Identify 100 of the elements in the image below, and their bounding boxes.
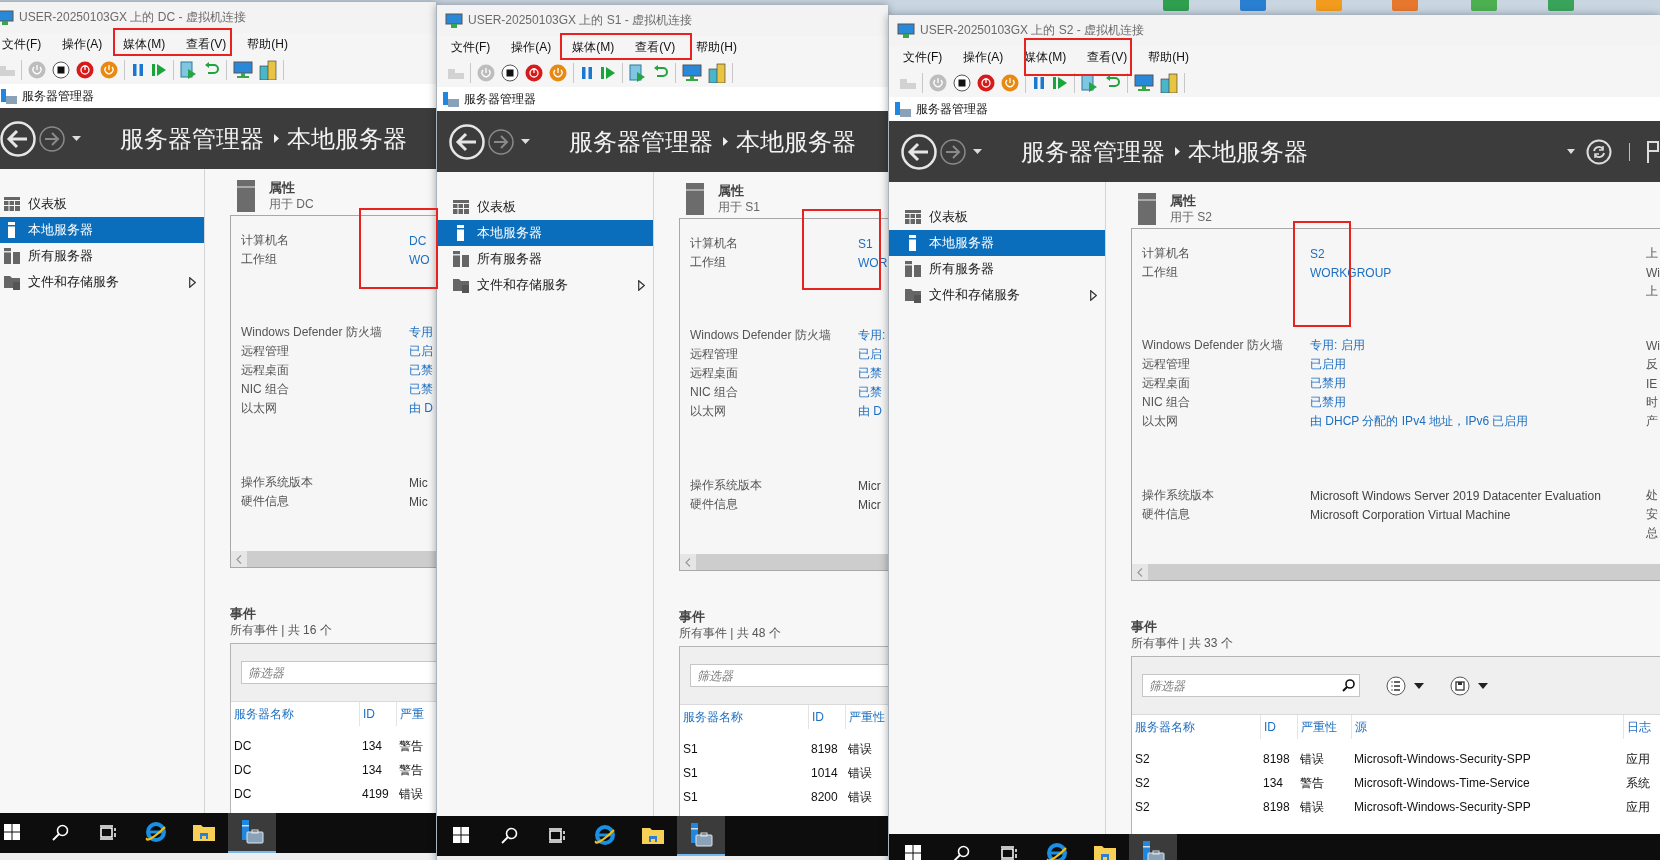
table-cell-text: 8198 <box>810 742 838 756</box>
property-link[interactable]: 专用 <box>409 324 433 341</box>
column-header[interactable]: ID <box>808 705 845 729</box>
property-link[interactable]: 已禁 <box>858 384 882 401</box>
property-label: 总 <box>1646 525 1658 542</box>
menu-item[interactable]: 文件(F) <box>2 36 42 53</box>
property-value: Micr <box>858 497 881 512</box>
property-label: 上 <box>1646 245 1658 262</box>
menu-item[interactable]: 操作(A) <box>511 39 552 56</box>
menu-item[interactable]: 媒体(M) <box>572 39 615 56</box>
column-header[interactable]: 严重性 <box>1297 715 1351 739</box>
breadcrumb-item[interactable]: 服务器管理器 <box>569 126 713 157</box>
sidebar-item[interactable]: 仪表板 <box>0 191 204 217</box>
property-link[interactable]: 已启 <box>409 343 433 360</box>
menu-item[interactable]: 操作(A) <box>62 36 103 53</box>
property-link[interactable]: 专用: <box>858 327 886 344</box>
filter-field[interactable]: 筛选器 <box>1142 674 1360 697</box>
sidebar-item[interactable]: 仪表板 <box>889 204 1105 230</box>
menu-item[interactable]: 查看(V) <box>635 39 676 56</box>
menu-item[interactable]: 帮助(H) <box>1148 49 1189 66</box>
sidebar-item[interactable]: 本地服务器 <box>0 217 204 243</box>
breadcrumb-item[interactable]: 服务器管理器 <box>120 123 264 154</box>
menu-item[interactable]: 帮助(H) <box>696 39 737 56</box>
property-link[interactable]: S2 <box>1310 246 1325 261</box>
property-label: 安 <box>1646 506 1658 523</box>
property-link[interactable]: 已启 <box>858 346 882 363</box>
property-label: 时 <box>1646 394 1658 411</box>
sidebar-item[interactable]: 文件和存储服务 <box>0 269 204 295</box>
menu-item[interactable]: 文件(F) <box>451 39 491 56</box>
table-cell-text: S2 <box>1134 776 1150 790</box>
property-label: NIC 组合 <box>241 381 289 398</box>
column-header[interactable]: 源 <box>1351 715 1623 739</box>
sidebar-item[interactable]: 文件和存储服务 <box>437 272 653 298</box>
table-cell-text: 8198 <box>1262 800 1290 814</box>
breadcrumb-item[interactable]: 服务器管理器 <box>1021 136 1165 167</box>
table-cell-text: S1 <box>682 742 698 756</box>
property-link[interactable]: 已禁用 <box>1310 375 1346 392</box>
property-value: Microsoft Corporation Virtual Machine <box>1310 507 1511 522</box>
window-title: USER-20250103GX 上的 DC - 虚拟机连接 <box>19 9 246 26</box>
menu-item[interactable]: 媒体(M) <box>123 36 166 53</box>
column-header[interactable]: ID <box>359 702 396 726</box>
menu-item[interactable]: 查看(V) <box>186 36 227 53</box>
property-label: 以太网 <box>690 403 726 420</box>
filter-field[interactable]: 筛选器 <box>690 664 888 687</box>
sidebar-item[interactable]: 所有服务器 <box>437 246 653 272</box>
property-value: Mic <box>409 475 428 490</box>
menu-item[interactable]: 操作(A) <box>963 49 1004 66</box>
property-link[interactable]: 已禁 <box>409 362 433 379</box>
property-label: Windows Defender 防火墙 <box>1142 337 1283 354</box>
table-cell-text: Microsoft-Windows-Security-SPP <box>1353 800 1531 814</box>
property-link[interactable]: 已启用 <box>1310 356 1346 373</box>
property-link[interactable]: 已禁 <box>409 381 433 398</box>
table-cell-text: S2 <box>1134 752 1150 766</box>
filter-field[interactable]: 筛选器 <box>241 661 436 684</box>
column-header[interactable]: ID <box>1260 715 1297 739</box>
property-link[interactable]: 由 D <box>409 400 433 417</box>
property-label: NIC 组合 <box>690 384 738 401</box>
property-link[interactable]: S1 <box>858 236 873 251</box>
section-subtitle: 用于 DC <box>269 196 314 212</box>
property-value: Micr <box>858 478 881 493</box>
table-cell-text: 8198 <box>1262 752 1290 766</box>
column-header[interactable]: 日志 <box>1623 715 1660 739</box>
window-title: USER-20250103GX 上的 S1 - 虚拟机连接 <box>468 12 693 29</box>
property-link[interactable]: 专用: 启用 <box>1310 337 1365 354</box>
sidebar-item[interactable]: 所有服务器 <box>889 256 1105 282</box>
table-cell-text: DC <box>233 787 252 801</box>
property-link[interactable]: 由 D <box>858 403 882 420</box>
section-subtitle: 用于 S2 <box>1170 209 1212 225</box>
table-cell-text: 警告 <box>398 761 423 779</box>
menu-item[interactable]: 查看(V) <box>1087 49 1128 66</box>
sidebar-item[interactable]: 文件和存储服务 <box>889 282 1105 308</box>
column-header[interactable]: 服务器名称 <box>231 702 359 726</box>
table-cell-text: 警告 <box>398 737 423 755</box>
table-cell-text: 错误 <box>847 740 872 758</box>
property-link[interactable]: 由 DHCP 分配的 IPv4 地址，IPv6 已启用 <box>1310 413 1529 430</box>
table-cell-text: 错误 <box>1299 750 1324 768</box>
property-label: 产 <box>1646 413 1658 430</box>
table-cell-text: 4199 <box>361 787 389 801</box>
section-title: 属性 <box>1170 193 1197 209</box>
property-label: 以太网 <box>1142 413 1178 430</box>
property-link[interactable]: 已禁 <box>858 365 882 382</box>
menu-item[interactable]: 帮助(H) <box>247 36 288 53</box>
property-link[interactable]: 已禁用 <box>1310 394 1346 411</box>
sidebar-item[interactable]: 本地服务器 <box>437 220 653 246</box>
property-label: Wi <box>1646 265 1660 280</box>
events-count: 所有事件 | 共 33 个 <box>1131 635 1233 652</box>
sidebar-item[interactable]: 本地服务器 <box>889 230 1105 256</box>
sidebar-item[interactable]: 所有服务器 <box>0 243 204 269</box>
menu-item[interactable]: 文件(F) <box>903 49 943 66</box>
sidebar-item[interactable]: 仪表板 <box>437 194 653 220</box>
property-link[interactable]: WO <box>409 252 430 267</box>
filter-input[interactable]: 筛选器 <box>1149 678 1342 693</box>
property-link[interactable]: DC <box>409 233 427 248</box>
section-title: 事件 <box>679 609 705 625</box>
table-cell-text: 错误 <box>847 764 872 782</box>
table-cell-text: 警告 <box>1299 774 1324 792</box>
property-label: 操作系统版本 <box>1142 487 1214 504</box>
column-header[interactable]: 服务器名称 <box>680 705 808 729</box>
column-header[interactable]: 服务器名称 <box>1132 715 1260 739</box>
table-cell-text: 错误 <box>398 785 423 803</box>
